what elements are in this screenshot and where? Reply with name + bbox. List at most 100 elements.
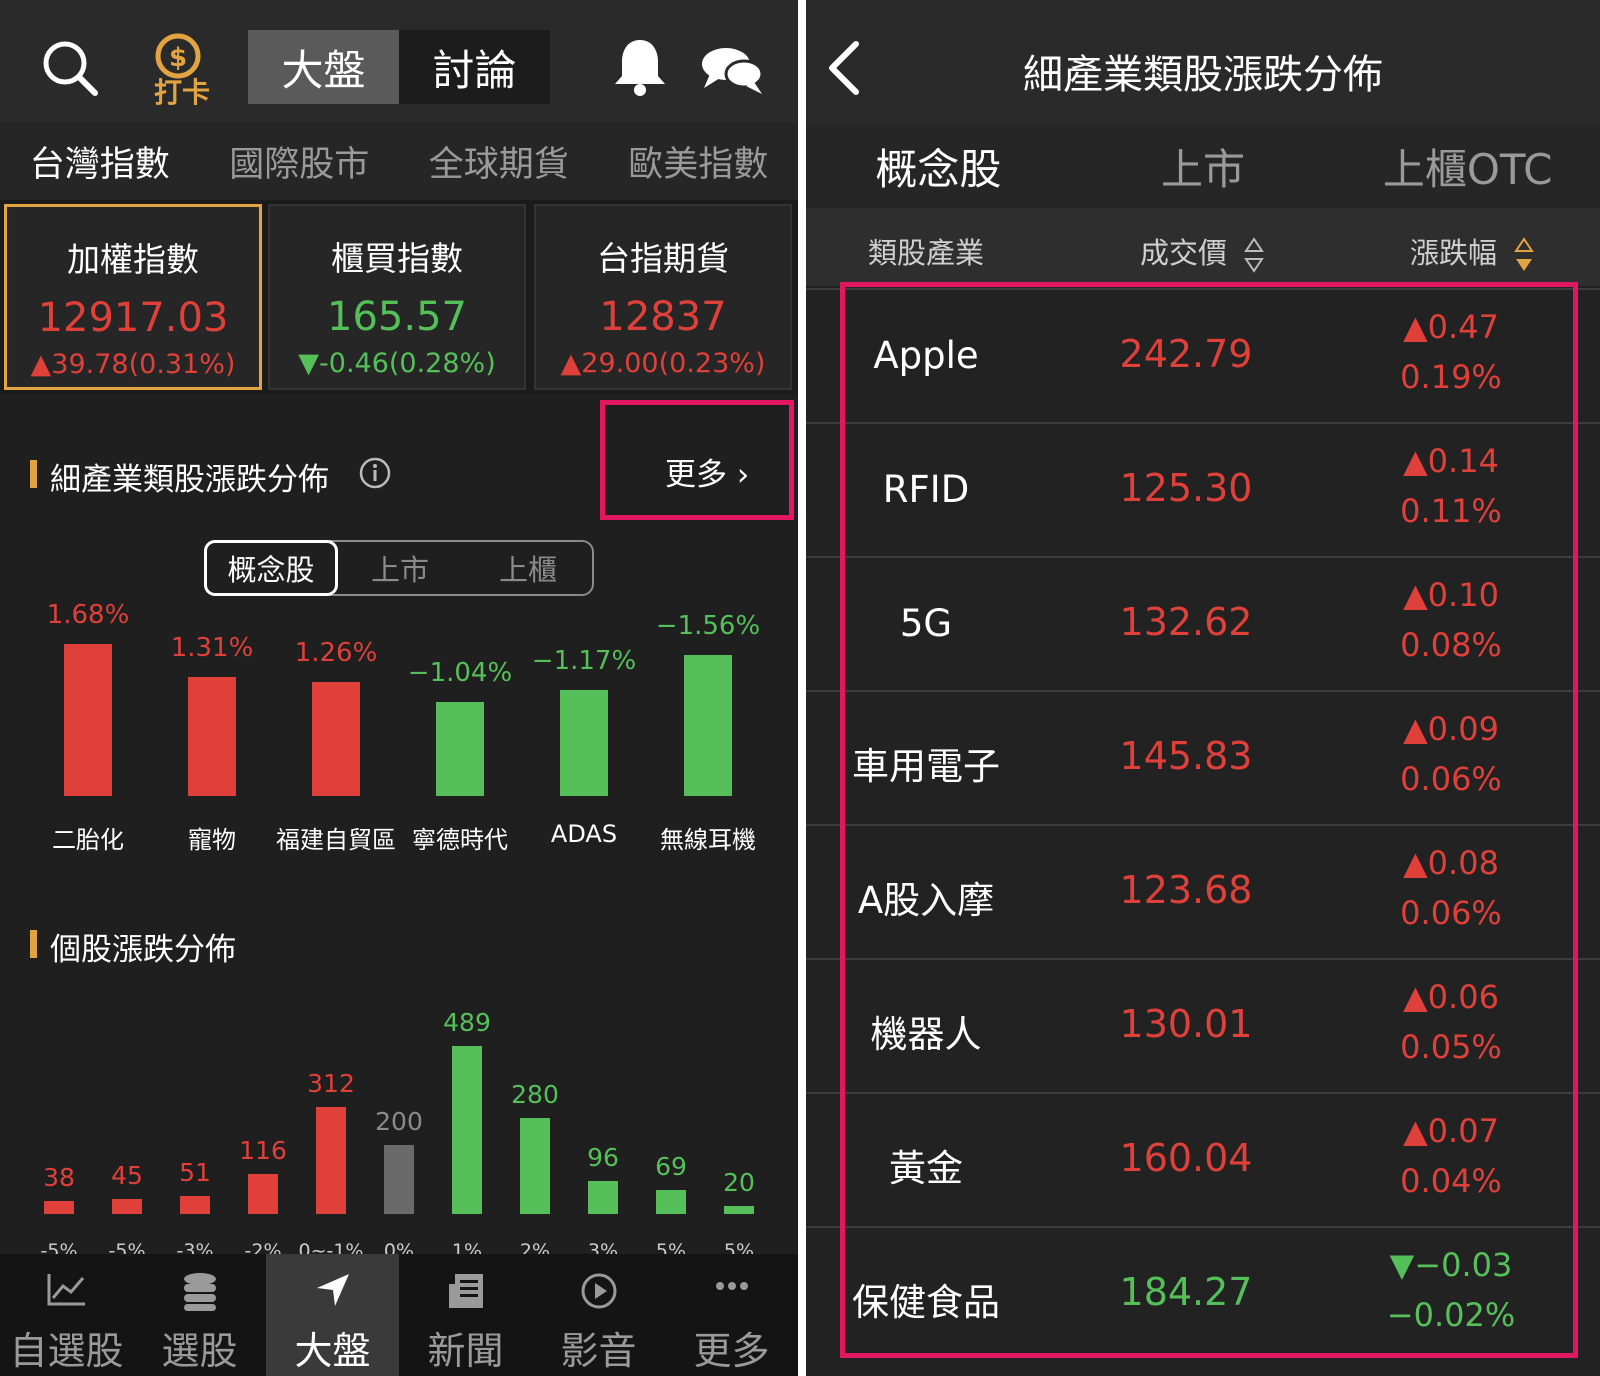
play-icon [581, 1273, 616, 1309]
card-change: ▼-0.46(0.28%) [298, 348, 496, 379]
newspaper-icon [448, 1274, 483, 1308]
more-button[interactable]: 更多 › [665, 449, 749, 494]
tab-global-futures[interactable]: 全球期貨 [399, 136, 599, 187]
chart-value-label: 200 [375, 1107, 423, 1137]
sort-icon [1244, 237, 1265, 273]
col-change[interactable]: 漲跌幅 [1410, 230, 1535, 273]
chart-category-label: ADAS [550, 820, 618, 848]
chart-bar [316, 1106, 346, 1214]
segment-otc[interactable]: 上櫃 [464, 542, 592, 594]
chart-bar [64, 644, 112, 796]
chart-bar [684, 654, 732, 796]
tab-taiwan-index[interactable]: 台灣指數 [0, 136, 200, 187]
page-title: 細產業類股漲跌分佈 [1023, 52, 1383, 98]
stock-distribution-section: 個股漲跌分佈 38 -5% 45 -5% 51 -3% 116 -2% 312 0~-1% 200 0… [0, 910, 798, 1262]
bottom-nav: 自選股 選股 大盤 新聞 影音 更多 [0, 1254, 798, 1376]
chat-icon[interactable] [700, 44, 764, 96]
chart-category-label: 無線耳機 [660, 826, 756, 854]
tab-international[interactable]: 國際股市 [200, 136, 400, 187]
category-tabs: 概念股 上市 上櫃OTC [806, 124, 1600, 208]
nav-label: 選股 [161, 1329, 238, 1373]
nav-label: 大盤 [294, 1329, 371, 1373]
card-name: 加權指數 [67, 240, 199, 279]
tab-otc[interactable]: 上櫃OTC [1335, 136, 1600, 197]
location-arrow-icon [316, 1274, 349, 1306]
segment-concept[interactable]: 概念股 [204, 540, 338, 596]
chart-value-label: 96 [587, 1143, 619, 1173]
nav-more[interactable]: 更多 [665, 1254, 798, 1376]
section-title: 細產業類股漲跌分佈 [30, 454, 329, 499]
tab-concept[interactable]: 概念股 [806, 136, 1071, 197]
nav-news[interactable]: 新聞 [399, 1254, 532, 1376]
svg-text:打卡: 打卡 [154, 76, 210, 105]
stock-bar-chart: 38 -5% 45 -5% 51 -3% 116 -2% 312 0~-1% 200 0% 489 1% 2… [0, 910, 798, 1262]
nav-label: 新聞 [427, 1329, 504, 1373]
nav-screener[interactable]: 選股 [133, 1254, 266, 1376]
card-name: 台指期貨 [597, 239, 729, 278]
card-change: ▲29.00(0.23%) [560, 348, 766, 379]
search-icon[interactable] [40, 38, 100, 98]
check-in-coin-icon[interactable]: $ 打卡 [142, 30, 222, 105]
chart-bar [312, 682, 360, 796]
chart-value-label: −1.17% [531, 646, 637, 677]
chart-bar [452, 1046, 482, 1214]
rows-highlight-box [840, 282, 1578, 1358]
chart-bar [656, 1190, 686, 1214]
chart-bar [248, 1174, 278, 1214]
chart-category-label: 寵物 [188, 826, 236, 854]
more-highlight-box: 更多 › [600, 400, 794, 520]
chart-bar [560, 690, 608, 796]
nav-label: 自選股 [9, 1329, 124, 1373]
nav-market[interactable]: 大盤 [266, 1254, 399, 1376]
index-card-otc[interactable]: 櫃買指數 165.57 ▼-0.46(0.28%) [268, 204, 526, 390]
col-change-label: 漲跌幅 [1410, 236, 1498, 270]
chart-bar [180, 1196, 210, 1214]
left-screen: $ 打卡 大盤 討論 台灣指數 國際股市 全球期貨 歐美指數 加權指數 1291… [0, 0, 798, 1376]
chart-value-label: 51 [179, 1158, 211, 1188]
chart-value-label: 69 [655, 1152, 687, 1182]
right-screen: 細產業類股漲跌分佈 概念股 上市 上櫃OTC 類股產業 成交價 漲跌幅 Appl… [806, 0, 1600, 1376]
card-value: 12837 [599, 294, 727, 340]
chart-value-label: 489 [443, 1008, 491, 1037]
more-dots-icon [715, 1282, 748, 1290]
chart-category-label: 寧德時代 [412, 826, 508, 854]
index-card-futures[interactable]: 台指期貨 12837 ▲29.00(0.23%) [534, 204, 792, 390]
nav-label: 更多 [693, 1329, 770, 1373]
svg-text:$: $ [169, 43, 187, 73]
chart-bar [724, 1206, 754, 1214]
table-header: 類股產業 成交價 漲跌幅 [806, 208, 1600, 286]
chart-bar [188, 677, 236, 796]
tab-listed[interactable]: 上市 [1071, 136, 1336, 197]
chart-value-label: 1.26% [294, 638, 378, 668]
col-industry: 類股產業 [868, 236, 985, 270]
card-change: ▲39.78(0.31%) [30, 349, 236, 380]
info-icon[interactable] [358, 456, 392, 490]
top-bar: 細產業類股漲跌分佈 [806, 0, 1600, 124]
sort-desc-icon [1514, 237, 1535, 271]
chart-category-label: 福建自貿區 [276, 826, 396, 854]
index-card-taiex[interactable]: 加權指數 12917.03 ▲39.78(0.31%) [4, 204, 262, 390]
index-cards: 加權指數 12917.03 ▲39.78(0.31%) 櫃買指數 165.57 … [0, 200, 798, 394]
chart-value-label: 45 [111, 1160, 143, 1190]
tab-us-eu-index[interactable]: 歐美指數 [599, 136, 799, 187]
bell-icon[interactable] [610, 36, 670, 98]
nav-media[interactable]: 影音 [532, 1254, 665, 1376]
chart-bar [112, 1198, 142, 1214]
card-value: 12917.03 [37, 295, 229, 341]
chart-value-label: 280 [511, 1079, 559, 1109]
top-bar: $ 打卡 大盤 討論 [0, 0, 798, 122]
tab-discussion[interactable]: 討論 [399, 30, 550, 104]
chart-value-label: 1.31% [170, 633, 254, 664]
sector-distribution-section: 細產業類股漲跌分佈 更多 › 概念股 上市 上櫃 1.68% 二胎化 1.31% 寵物… [0, 400, 798, 904]
col-price[interactable]: 成交價 [1140, 230, 1265, 273]
chart-value-label: 38 [43, 1162, 75, 1192]
segment-listed[interactable]: 上市 [336, 542, 464, 594]
chart-line-icon [47, 1274, 85, 1306]
chart-value-label: −1.56% [655, 610, 761, 641]
chart-value-label: 20 [723, 1168, 755, 1197]
col-price-label: 成交價 [1140, 236, 1228, 270]
tab-market[interactable]: 大盤 [248, 30, 399, 104]
nav-watchlist[interactable]: 自選股 [0, 1254, 133, 1376]
chart-bar [520, 1117, 550, 1214]
chart-bar [44, 1200, 74, 1214]
